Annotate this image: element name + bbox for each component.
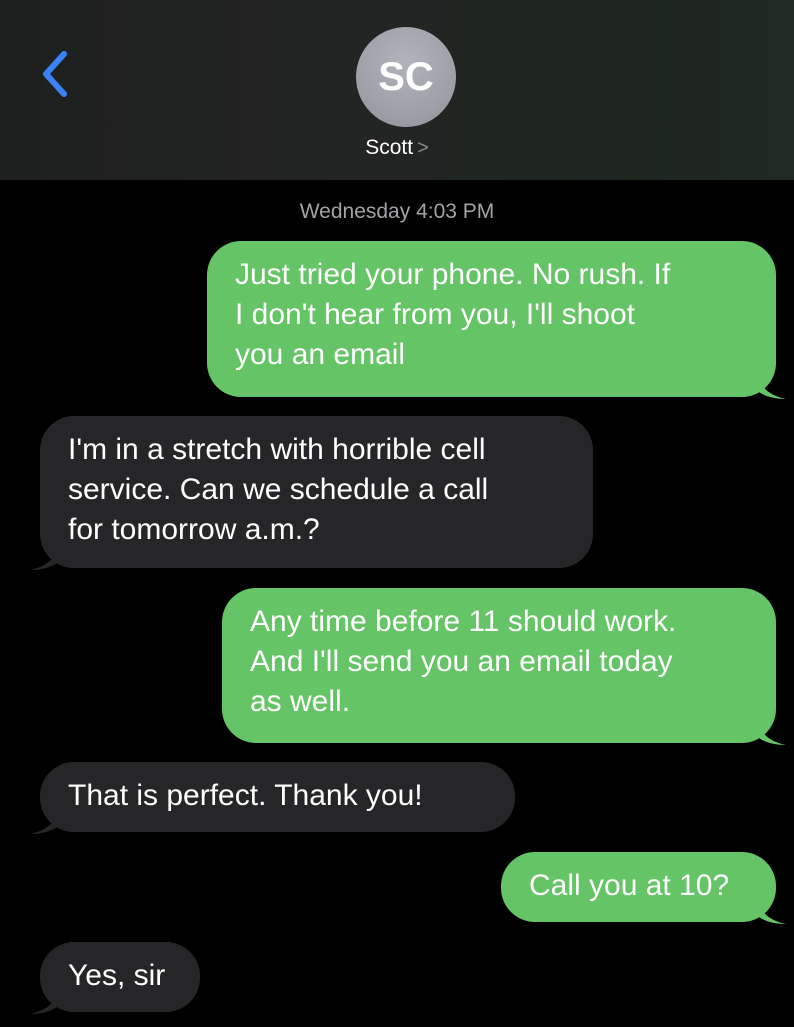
message-line: Call you at 10?	[529, 869, 730, 902]
bubble-tail	[758, 719, 786, 745]
chevron-right-icon: >	[417, 137, 429, 159]
sent-message-bubble[interactable]: Any time before 11 should work. And I'll…	[222, 588, 786, 745]
message-line: I'm in a stretch with horrible cell	[68, 433, 486, 466]
sent-message-bubble[interactable]: Just tried your phone. No rush. If I don…	[207, 241, 786, 399]
message-line: for tomorrow a.m.?	[68, 513, 320, 546]
bubble-tail	[30, 544, 58, 570]
bubble-tail	[30, 808, 58, 834]
message-line: Any time before 11 should work.	[250, 605, 677, 638]
avatar-initials: SC	[378, 54, 434, 99]
message-line: That is perfect. Thank you!	[68, 779, 423, 812]
message-line: service. Can we schedule a call	[68, 473, 489, 506]
contact-name: Scott	[365, 136, 414, 159]
conversation-header: SC Scott >	[0, 0, 794, 180]
message-timestamp: Wednesday 4:03 PM	[299, 200, 495, 223]
contact-avatar[interactable]: SC	[356, 27, 456, 127]
received-message-bubble[interactable]: That is perfect. Thank you!	[30, 762, 515, 834]
bubble-tail	[758, 898, 786, 924]
sent-message-bubble[interactable]: Call you at 10?	[501, 852, 786, 924]
message-line: I don't hear from you, I'll shoot	[235, 298, 635, 331]
message-line: you an email	[235, 338, 406, 371]
bubble-tail	[758, 373, 786, 399]
received-message-bubble[interactable]: Yes, sir	[30, 942, 200, 1014]
received-message-bubble[interactable]: I'm in a stretch with horrible cell serv…	[30, 416, 593, 570]
message-line: as well.	[250, 685, 351, 718]
message-line: Just tried your phone. No rush. If	[235, 258, 671, 291]
message-line: Yes, sir	[68, 959, 166, 992]
message-line: And I'll send you an email today	[250, 645, 673, 678]
back-button[interactable]	[34, 48, 78, 100]
contact-name-button[interactable]: Scott >	[0, 136, 794, 160]
bubble-tail	[30, 988, 58, 1014]
chevron-left-icon	[43, 51, 67, 97]
